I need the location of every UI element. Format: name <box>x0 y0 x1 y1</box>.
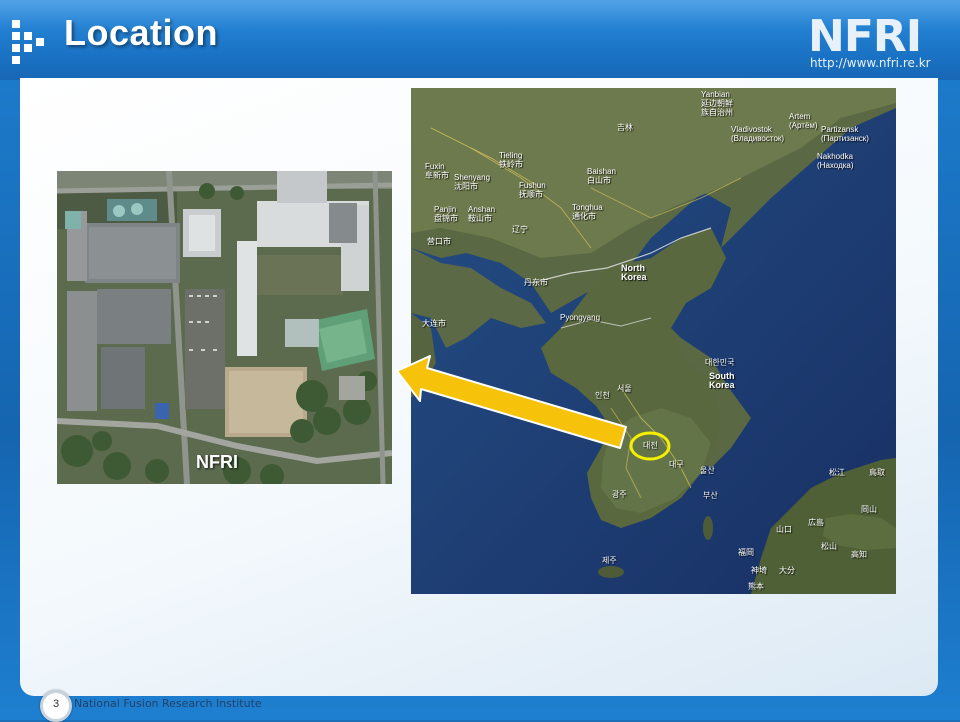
map-label-pyongyang: Pyongyang <box>560 313 601 322</box>
map-label-north-korea: North Korea <box>621 263 647 282</box>
page-number-badge: 3 <box>40 690 72 722</box>
map-label-shenyang: Shenyang 沈阳市 <box>454 173 491 191</box>
map-label-vladivostok: Vladivostok (Владивосток) <box>731 125 785 143</box>
brand-name: NFRI <box>808 11 922 62</box>
map-label-matsue: 松江 <box>829 468 845 477</box>
map-label-kumamoto: 神埼 <box>751 566 767 575</box>
map-label-tottori: 鳥取 <box>869 468 885 477</box>
map-label-yamaguchi: 山口 <box>776 525 792 534</box>
nfri-aerial-photo <box>57 171 392 484</box>
map-label-takamatsu: 高知 <box>851 550 867 559</box>
page-number: 3 <box>52 698 60 710</box>
korea-satellite-map: Yanbian 延边朝鲜 族自治州 Vladivostok (Владивосток)… <box>411 88 896 594</box>
map-label-gwangju: 광주 <box>612 490 627 499</box>
aerial-photo-image <box>57 171 392 484</box>
map-label-fuxin: Fuxin 阜新市 <box>425 162 449 180</box>
map-label-jilin: 吉林 <box>617 123 633 132</box>
map-label-okayama: 岡山 <box>861 505 877 514</box>
map-label-yingkou: 营口市 <box>427 237 451 246</box>
map-label-jeju: 제주 <box>602 556 617 565</box>
slide-footer: National Fusion Research Institute <box>0 690 960 720</box>
map-label-liaoning: 辽宁 <box>512 225 528 234</box>
map-label-south-korea: South Korea <box>709 371 735 390</box>
map-label-daegu: 대구 <box>669 460 684 469</box>
map-label-yanbian: Yanbian 延边朝鲜 族自治州 <box>701 90 733 117</box>
slide-title: Location <box>64 12 218 53</box>
bullet-mark-icon <box>12 20 44 64</box>
map-label-dalian: 大连市 <box>422 319 446 328</box>
map-label-daejeon: 대전 <box>643 441 658 450</box>
aerial-nfri-label: NFRI <box>196 452 238 472</box>
map-label-fushun: Fushun 抚顺市 <box>519 181 546 199</box>
map-label-tonghua: Tonghua 通化市 <box>572 203 603 221</box>
map-label-fukuoka: 福岡 <box>738 548 754 557</box>
brand-url: http://www.nfri.re.kr <box>810 56 931 70</box>
map-label-artem: Artem (Артём) <box>789 112 818 130</box>
map-label-ulsan: 울산 <box>700 466 715 475</box>
map-label-busan: 부산 <box>703 491 718 500</box>
map-label-baishan: Baishan 白山市 <box>587 167 616 185</box>
footer-org-name: National Fusion Research Institute <box>74 697 262 710</box>
map-label-daehanminguk: 대한민국 <box>705 358 735 367</box>
map-label-tieling: Tieling 铁岭市 <box>499 151 523 169</box>
map-label-incheon: 인천 <box>595 391 610 400</box>
map-label-matsuyama: 松山 <box>821 542 837 551</box>
slide-header: Location NFRI http://www.nfri.re.kr <box>0 0 960 80</box>
map-label-seoul: 서울 <box>617 384 632 393</box>
map-label-anshan: Anshan 鞍山市 <box>468 205 496 223</box>
map-label-partizansk: Partizansk (Партизанск) <box>821 125 869 143</box>
map-label-hiroshima: 広島 <box>808 518 824 527</box>
map-label-nakhodka: Nakhodka (Находка) <box>817 152 854 170</box>
map-label-kagoshima: 熊本 <box>748 582 764 591</box>
map-label-oita: 大分 <box>779 566 795 575</box>
map-label-panjin: Panjin 盘锦市 <box>434 205 458 223</box>
nfri-logo: NFRI http://www.nfri.re.kr <box>808 14 938 74</box>
map-label-dandong: 丹东市 <box>524 278 548 287</box>
